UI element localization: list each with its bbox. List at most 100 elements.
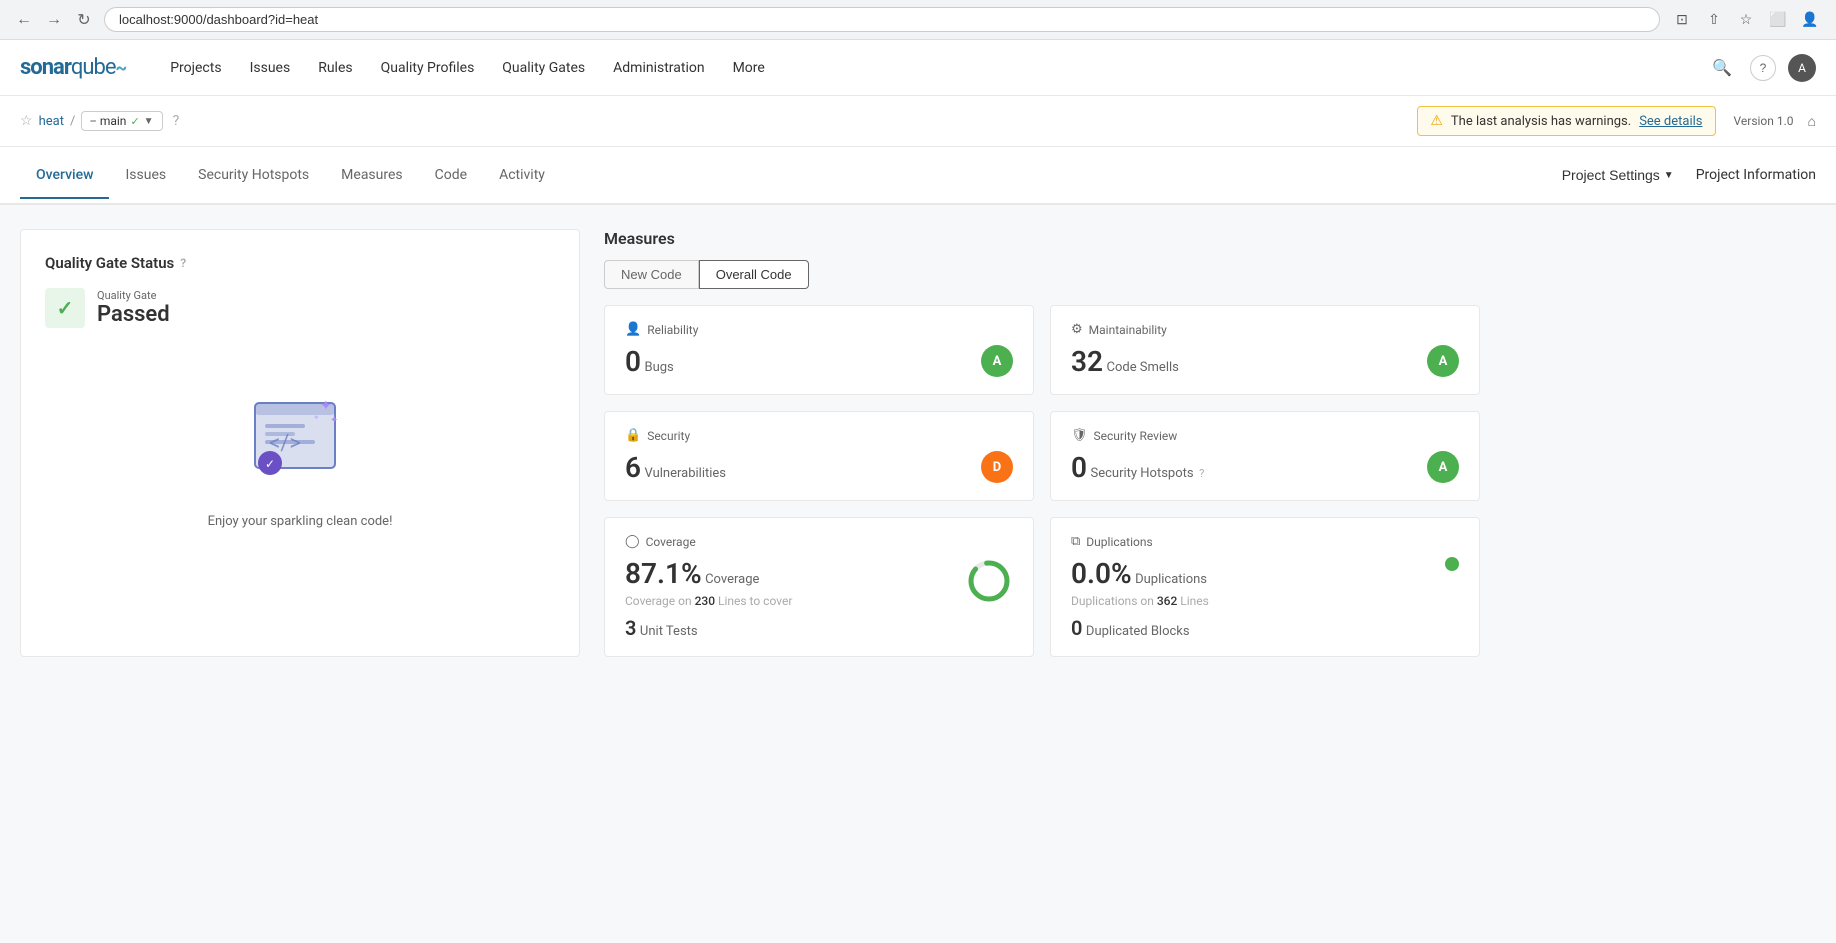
measures-header: Measures New Code Overall Code <box>604 229 1480 289</box>
maintainability-type: Maintainability <box>1089 323 1167 337</box>
quality-gate-status: ✓ Quality Gate Passed <box>45 288 555 328</box>
security-values: 6 Vulnerabilities <box>625 451 726 484</box>
security-review-label: Security Hotspots <box>1090 466 1193 481</box>
security-header: 🔒 Security <box>625 428 1013 443</box>
content-grid: Quality Gate Status ? ✓ Quality Gate Pas… <box>20 229 1480 657</box>
duplicated-blocks-row: 0 Duplicated Blocks <box>1071 616 1209 640</box>
nav-more[interactable]: More <box>719 40 779 96</box>
duplications-sub: Duplications on 362 Lines <box>1071 594 1209 608</box>
breadcrumb-bar: ☆ heat / ⎯ main ✓ ▼ ? ⚠ The last analysi… <box>0 96 1836 147</box>
tab-overview[interactable]: Overview <box>20 153 109 199</box>
new-code-tab[interactable]: New Code <box>604 260 699 289</box>
security-badge: D <box>981 451 1013 483</box>
quality-gate-help-icon[interactable]: ? <box>180 256 186 270</box>
svg-text:✦: ✦ <box>330 415 338 426</box>
maintainability-label: Code Smells <box>1106 360 1178 375</box>
profile-icon[interactable]: 👤 <box>1796 6 1824 34</box>
measures-title: Measures <box>604 229 1480 248</box>
coverage-icon: ◯ <box>625 534 640 549</box>
maintainability-value: 32 <box>1071 345 1103 378</box>
nav-administration[interactable]: Administration <box>599 40 718 96</box>
address-bar[interactable] <box>104 7 1660 32</box>
reliability-type: Reliability <box>647 323 698 337</box>
quality-gate-value: Passed <box>97 302 170 327</box>
refresh-button[interactable]: ↻ <box>72 8 96 32</box>
overall-code-tab[interactable]: Overall Code <box>699 260 809 289</box>
project-settings-button[interactable]: Project Settings ▼ <box>1552 161 1684 189</box>
coverage-values: 87.1% Coverage Coverage on 230 Lines to … <box>625 557 792 640</box>
user-avatar[interactable]: A <box>1788 54 1816 82</box>
maintainability-values: 32 Code Smells <box>1071 345 1179 378</box>
home-icon[interactable]: ⌂ <box>1808 113 1816 130</box>
top-nav: sonarqube~ Projects Issues Rules Quality… <box>0 40 1836 96</box>
bookmark-icon[interactable]: ☆ <box>1732 6 1760 34</box>
reliability-icon: 👤 <box>625 322 641 337</box>
duplications-type: Duplications <box>1086 535 1152 549</box>
main-content: Quality Gate Status ? ✓ Quality Gate Pas… <box>0 205 1836 943</box>
help-button[interactable]: ? <box>1750 55 1776 81</box>
security-label: Vulnerabilities <box>644 466 726 481</box>
tab-right-actions: Project Settings ▼ Project Information <box>1552 147 1816 203</box>
duplicated-blocks-value: 0 <box>1071 616 1082 640</box>
security-body: 6 Vulnerabilities D <box>625 451 1013 484</box>
maintainability-header: ⚙ Maintainability <box>1071 322 1459 337</box>
unit-tests-row: 3 Unit Tests <box>625 616 792 640</box>
warning-notice: ⚠ The last analysis has warnings. See de… <box>1417 106 1715 136</box>
security-review-badge: A <box>1427 451 1459 483</box>
quality-gate-info: Quality Gate Passed <box>97 289 170 327</box>
search-button[interactable]: 🔍 <box>1706 52 1738 84</box>
nav-quality-profiles[interactable]: Quality Profiles <box>367 40 489 96</box>
quality-gate-title: Quality Gate Status ? <box>45 254 555 272</box>
unit-tests-value: 3 <box>625 616 636 640</box>
device-icon[interactable]: ⬜ <box>1764 6 1792 34</box>
coverage-sub: Coverage on 230 Lines to cover <box>625 594 792 608</box>
back-button[interactable]: ← <box>12 8 36 32</box>
see-details-link[interactable]: See details <box>1639 114 1702 129</box>
security-hotspot-help-icon[interactable]: ? <box>1199 467 1204 480</box>
branch-selector[interactable]: ⎯ main ✓ ▼ <box>81 111 162 131</box>
security-review-header: 🛡 Security Review <box>1071 428 1459 443</box>
cast-icon[interactable]: ⊡ <box>1668 6 1696 34</box>
tab-code[interactable]: Code <box>419 153 483 199</box>
main-nav: Projects Issues Rules Quality Profiles Q… <box>156 40 1706 96</box>
quality-gate-caption: Enjoy your sparkling clean code! <box>208 514 393 529</box>
reliability-label: Bugs <box>644 360 673 375</box>
coverage-value: 87.1% <box>625 557 702 590</box>
duplications-label: Duplications <box>1135 572 1207 587</box>
coverage-card: ◯ Coverage 87.1% Coverage Coverage on 23… <box>604 517 1034 657</box>
duplications-dot <box>1445 557 1459 571</box>
breadcrumb-help-icon[interactable]: ? <box>173 113 180 129</box>
tab-measures[interactable]: Measures <box>325 153 418 199</box>
branch-check-icon: ✓ <box>130 115 139 128</box>
nav-issues[interactable]: Issues <box>236 40 305 96</box>
security-review-type: Security Review <box>1094 429 1178 443</box>
project-information-link[interactable]: Project Information <box>1696 167 1816 183</box>
project-breadcrumb[interactable]: heat <box>39 114 64 129</box>
reliability-value: 0 <box>625 345 641 378</box>
tab-activity[interactable]: Activity <box>483 153 561 199</box>
maintainability-icon: ⚙ <box>1071 322 1083 337</box>
nav-rules[interactable]: Rules <box>304 40 366 96</box>
share-icon[interactable]: ⇧ <box>1700 6 1728 34</box>
nav-quality-gates[interactable]: Quality Gates <box>488 40 599 96</box>
duplications-values: 0.0% Duplications Duplications on 362 Li… <box>1071 557 1209 640</box>
quality-gate-check-box: ✓ <box>45 288 85 328</box>
favorite-icon[interactable]: ☆ <box>20 113 33 129</box>
maintainability-card: ⚙ Maintainability 32 Code Smells A <box>1050 305 1480 395</box>
nav-projects[interactable]: Projects <box>156 40 235 96</box>
maintainability-body: 32 Code Smells A <box>1071 345 1459 378</box>
sonarqube-logo: sonarqube~ <box>20 55 126 80</box>
tab-issues[interactable]: Issues <box>109 153 182 199</box>
security-value: 6 <box>625 451 641 484</box>
settings-dropdown-icon: ▼ <box>1664 170 1674 181</box>
svg-text:✓: ✓ <box>265 457 275 471</box>
duplications-card: ⧉ Duplications 0.0% Duplications Duplica… <box>1050 517 1480 657</box>
reliability-header: 👤 Reliability <box>625 322 1013 337</box>
tab-security-hotspots[interactable]: Security Hotspots <box>182 153 325 199</box>
duplicated-blocks-label: Duplicated Blocks <box>1086 624 1190 639</box>
svg-text:✦: ✦ <box>313 413 320 422</box>
unit-tests-label: Unit Tests <box>640 624 698 639</box>
reliability-card: 👤 Reliability 0 Bugs A <box>604 305 1034 395</box>
forward-button[interactable]: → <box>42 8 66 32</box>
measures-section: Measures New Code Overall Code 👤 Reliabi… <box>604 229 1480 657</box>
